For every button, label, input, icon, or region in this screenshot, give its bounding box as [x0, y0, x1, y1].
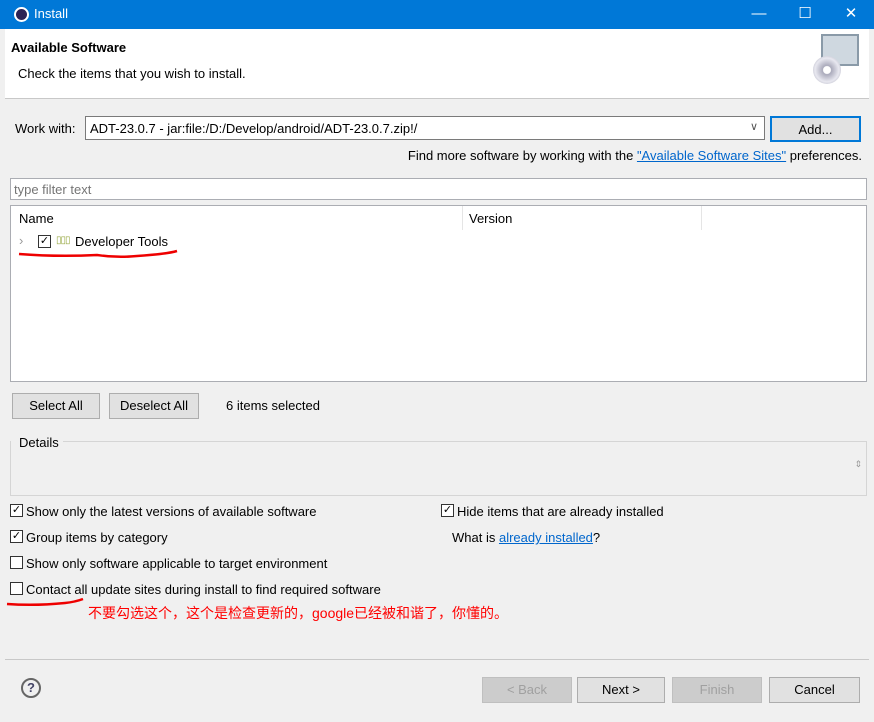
work-with-value: ADT-23.0.7 - jar:file:/D:/Develop/androi…	[90, 121, 418, 136]
minimize-button[interactable]: —	[736, 0, 782, 29]
details-group: Details ⇕	[10, 435, 867, 496]
what-is-prefix: What is	[452, 530, 499, 545]
already-installed-link[interactable]: already installed	[499, 530, 593, 545]
help-icon[interactable]: ?	[21, 678, 41, 698]
title-bar: Install — ☐ ✕	[0, 0, 874, 29]
deselect-all-button[interactable]: Deselect All	[109, 393, 199, 419]
eclipse-icon	[14, 7, 29, 22]
back-button[interactable]: < Back	[482, 677, 572, 703]
work-with-combo[interactable]: ADT-23.0.7 - jar:file:/D:/Develop/androi…	[85, 116, 765, 140]
window-title: Install	[34, 6, 68, 21]
latest-versions-label: Show only the latest versions of availab…	[26, 504, 317, 519]
find-more-prefix: Find more software by working with the	[407, 148, 637, 163]
hide-installed-label: Hide items that are already installed	[457, 504, 664, 519]
hide-installed-checkbox[interactable]: ✓	[441, 504, 454, 517]
close-button[interactable]: ✕	[828, 0, 874, 29]
page-subtitle: Check the items that you wish to install…	[18, 66, 246, 81]
next-button[interactable]: Next >	[577, 677, 665, 703]
maximize-button[interactable]: ☐	[782, 0, 828, 29]
find-more-text: Find more software by working with the "…	[408, 148, 862, 163]
install-computer-icon	[813, 34, 859, 90]
latest-versions-checkbox[interactable]: ✓	[10, 504, 23, 517]
details-scrollbar[interactable]: ⇕	[854, 459, 862, 470]
red-underline-annotation-2	[6, 597, 84, 607]
column-header-version[interactable]: Version	[469, 211, 512, 226]
applicable-checkbox[interactable]	[10, 556, 23, 569]
cancel-button[interactable]: Cancel	[769, 677, 860, 703]
group-category-checkbox[interactable]: ✓	[10, 530, 23, 543]
header-banner: Available Software Check the items that …	[5, 29, 869, 99]
finish-button[interactable]: Finish	[672, 677, 762, 703]
what-is-text: What is already installed?	[452, 530, 600, 545]
contact-sites-checkbox[interactable]	[10, 582, 23, 595]
chevron-down-icon[interactable]: ∨	[750, 120, 758, 133]
find-more-suffix: preferences.	[786, 148, 862, 163]
red-underline-annotation	[18, 249, 178, 259]
page-title: Available Software	[11, 40, 127, 55]
software-table: Name Version › ✓ ▯▯▯ Developer Tools	[10, 205, 867, 382]
add-button[interactable]: Add...	[770, 116, 861, 142]
work-with-label: Work with:	[15, 121, 76, 136]
applicable-label: Show only software applicable to target …	[26, 556, 328, 571]
available-software-sites-link[interactable]: "Available Software Sites"	[637, 148, 786, 163]
group-category-label: Group items by category	[26, 530, 168, 545]
details-label: Details	[19, 435, 59, 450]
column-header-name[interactable]: Name	[19, 211, 54, 226]
annotation-text: 不要勾选这个，这个是检查更新的，google已经被和谐了，你懂的。	[88, 605, 509, 621]
contact-sites-label: Contact all update sites during install …	[26, 582, 381, 597]
select-all-button[interactable]: Select All	[12, 393, 100, 419]
row-name: Developer Tools	[75, 234, 168, 249]
filter-input[interactable]	[10, 178, 867, 200]
row-checkbox[interactable]: ✓	[38, 235, 51, 248]
selection-status: 6 items selected	[226, 398, 320, 413]
category-icon: ▯▯▯	[56, 235, 70, 246]
expand-chevron-icon[interactable]: ›	[19, 233, 23, 248]
what-is-suffix: ?	[592, 530, 601, 545]
